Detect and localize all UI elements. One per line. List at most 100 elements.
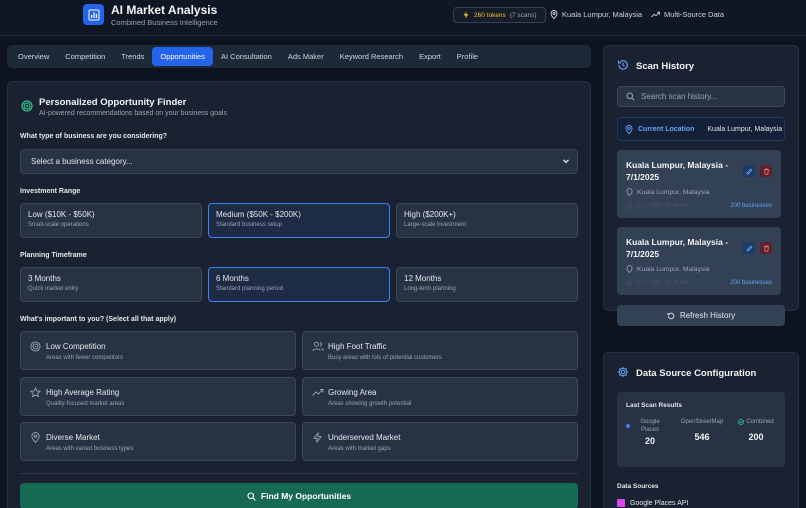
current-location-value: Kuala Lumpur, Malaysia — [707, 125, 783, 133]
target-icon — [21, 100, 33, 112]
refresh-history-button[interactable]: Refresh History — [617, 305, 785, 326]
option-title: 6 Months — [216, 274, 249, 283]
app-header: AI Market Analysis Combined Business Int… — [0, 0, 806, 36]
history-search[interactable] — [617, 86, 785, 107]
users-icon — [312, 341, 324, 352]
header-source: Multi-Source Data — [651, 10, 724, 19]
history-item-location: Kuala Lumpur, Malaysia — [626, 265, 710, 273]
token-badge[interactable]: 260 tokens (7 scans) — [453, 7, 546, 23]
option-subtitle: Long-term planning — [404, 286, 456, 292]
osm-stat-value: 546 — [694, 432, 710, 442]
option-subtitle: Standard planning period — [216, 286, 284, 292]
priorities-label: What's important to you? (Select all tha… — [20, 316, 177, 323]
option-subtitle: Large-scale investment — [404, 222, 467, 228]
header-location-text: Kuala Lumpur, Malaysia — [562, 10, 643, 19]
data-source-title: Data Source Configuration — [636, 368, 757, 379]
google-places-option[interactable]: Google Places API — [617, 499, 688, 507]
trending-up-icon — [312, 389, 324, 396]
history-icon — [617, 60, 628, 70]
history-item[interactable]: Kuala Lumpur, Malaysia - 7/1/2025 Kuala … — [617, 150, 781, 218]
priority-title: Underserved Market — [328, 433, 401, 442]
tab-ai-consultation[interactable]: AI Consultation — [213, 47, 280, 66]
google-stat-value: 20 — [644, 436, 655, 446]
business-category-select[interactable]: Select a business category... — [20, 149, 578, 174]
tab-keyword-research[interactable]: Keyword Research — [332, 47, 411, 66]
map-pin-icon — [626, 188, 633, 196]
priority-title: High Foot Traffic — [328, 342, 387, 351]
priority-subtitle: Busy areas with lots of potential custom… — [328, 355, 442, 361]
history-item[interactable]: Kuala Lumpur, Malaysia - 7/1/2025 Kuala … — [617, 227, 781, 295]
priority-subtitle: Areas with market gaps — [328, 446, 391, 452]
map-pin-icon — [31, 432, 40, 443]
tab-overview[interactable]: Overview — [10, 47, 57, 66]
bolt-icon — [463, 11, 469, 19]
timeframe-option-12[interactable]: 12 Months Long-term planning — [396, 267, 578, 302]
find-opportunities-button[interactable]: Find My Opportunities — [20, 483, 578, 508]
header-location: Kuala Lumpur, Malaysia — [550, 10, 642, 19]
find-opportunities-label: Find My Opportunities — [260, 491, 352, 501]
investment-option-medium[interactable]: Medium ($50K - $200K) Standard business … — [208, 203, 390, 238]
clock-icon — [626, 203, 632, 209]
chevron-down-icon — [563, 159, 569, 164]
investment-option-high[interactable]: High ($200K+) Large-scale investment — [396, 203, 578, 238]
google-places-checkbox[interactable] — [617, 499, 625, 507]
edit-icon — [745, 168, 752, 175]
header-source-text: Multi-Source Data — [664, 10, 725, 19]
finder-title: Personalized Opportunity Finder — [39, 97, 187, 108]
star-icon — [30, 387, 41, 398]
last-scan-results: Last Scan Results Google Places 20 OpenS… — [617, 392, 785, 467]
business-category-value: Select a business category... — [31, 157, 133, 166]
edit-icon — [745, 245, 752, 252]
clock-icon — [626, 280, 632, 286]
history-item-location-text: Kuala Lumpur, Malaysia — [637, 265, 710, 273]
tab-export[interactable]: Export — [411, 47, 449, 66]
history-item-title: Kuala Lumpur, Malaysia - 7/1/2025 — [626, 160, 729, 182]
tab-profile[interactable]: Profile — [449, 47, 486, 66]
option-subtitle: Quick market entry — [28, 286, 79, 292]
scan-count: (7 scans) — [509, 11, 537, 19]
investment-label: Investment Range — [20, 188, 81, 195]
chart-logo-icon — [83, 4, 104, 25]
delete-button[interactable] — [760, 165, 772, 177]
priority-high-foot-traffic[interactable]: High Foot Traffic Busy areas with lots o… — [302, 331, 578, 370]
history-item-date: Jul 1, 2025, 02:42 AM — [626, 203, 688, 209]
tab-opportunities[interactable]: Opportunities — [152, 47, 213, 66]
history-search-input[interactable] — [641, 92, 771, 101]
priority-subtitle: Areas showing growth potential — [328, 401, 412, 407]
history-item-title: Kuala Lumpur, Malaysia - 7/1/2025 — [626, 237, 729, 259]
timeframe-option-6[interactable]: 6 Months Standard planning period — [208, 267, 390, 302]
token-count: 260 tokens — [474, 11, 506, 19]
osm-stat: OpenStreetMap 546 — [677, 418, 727, 442]
priority-title: High Average Rating — [46, 388, 120, 397]
divider — [20, 473, 578, 474]
search-icon — [626, 92, 635, 101]
history-item-date: Jul 1, 2025, 02:38 AM — [626, 280, 688, 286]
combined-stat-label: Combined — [746, 419, 774, 425]
gear-icon — [617, 366, 629, 378]
history-item-count: 200 businesses — [730, 203, 772, 209]
delete-button[interactable] — [760, 242, 772, 254]
map-pin-icon — [626, 265, 633, 273]
timeframe-option-3[interactable]: 3 Months Quick market entry — [20, 267, 202, 302]
investment-option-low[interactable]: Low ($10K - $50K) Small-scale operations — [20, 203, 202, 238]
option-title: High ($200K+) — [404, 210, 456, 219]
tab-trends[interactable]: Trends — [113, 47, 152, 66]
priority-low-competition[interactable]: Low Competition Areas with fewer competi… — [20, 331, 296, 370]
priority-underserved-market[interactable]: Underserved Market Areas with market gap… — [302, 422, 578, 461]
app-title: AI Market Analysis — [111, 3, 218, 17]
google-stat-label: Google Places — [640, 419, 660, 433]
edit-button[interactable] — [743, 165, 755, 177]
tab-competition[interactable]: Competition — [57, 47, 113, 66]
priority-diverse-market[interactable]: Diverse Market Areas with varied busines… — [20, 422, 296, 461]
option-title: 3 Months — [28, 274, 61, 283]
priority-title: Diverse Market — [46, 433, 100, 442]
search-icon — [247, 491, 256, 501]
edit-button[interactable] — [743, 242, 755, 254]
google-places-label: Google Places API — [630, 499, 689, 507]
tab-ads-maker[interactable]: Ads Maker — [280, 47, 332, 66]
osm-stat-label: OpenStreetMap — [680, 419, 724, 425]
priority-subtitle: Quality-focused market areas — [46, 401, 125, 407]
priority-high-average-rating[interactable]: High Average Rating Quality-focused mark… — [20, 377, 296, 416]
priority-growing-area[interactable]: Growing Area Areas showing growth potent… — [302, 377, 578, 416]
history-item-location-text: Kuala Lumpur, Malaysia — [637, 188, 710, 196]
